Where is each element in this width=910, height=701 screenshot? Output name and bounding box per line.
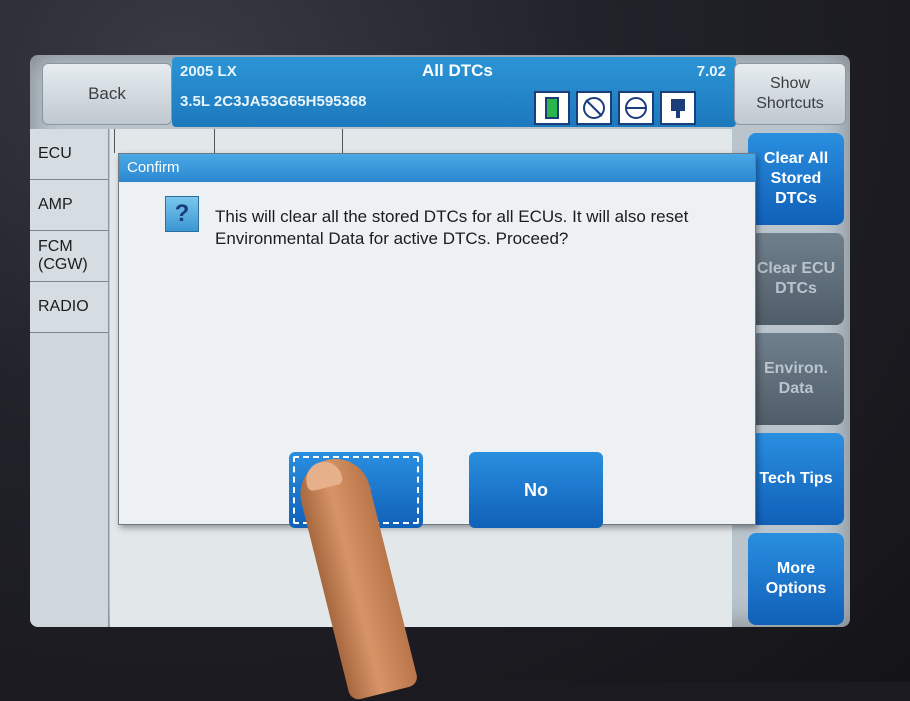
engine-vin: 3.5L 2C3JA53G65H595368 [180, 93, 367, 110]
question-icon: ? [165, 196, 199, 232]
tab-amp[interactable]: AMP [30, 180, 108, 231]
dialog-title: Confirm [119, 154, 755, 182]
column-divider [114, 129, 115, 153]
ecu-tabs: ECU AMP FCM (CGW) RADIO [30, 129, 108, 333]
no-button[interactable]: No [469, 452, 603, 528]
tab-ecu[interactable]: ECU [30, 129, 108, 180]
scan-tool-screen: Back 2005 LX 3.5L 2C3JA53G65H595368 All … [30, 55, 850, 627]
environ-data-button[interactable]: Environ. Data [748, 333, 844, 425]
tab-fcm[interactable]: FCM (CGW) [30, 231, 108, 282]
connector-icon [660, 91, 696, 125]
network-icon [618, 91, 654, 125]
confirm-dialog: Confirm ? This will clear all the stored… [118, 153, 756, 528]
column-divider [214, 129, 215, 153]
back-button[interactable]: Back [42, 63, 172, 125]
tab-radio[interactable]: RADIO [30, 282, 108, 333]
clear-all-stored-dtcs-button[interactable]: Clear All Stored DTCs [748, 133, 844, 225]
tech-tips-button[interactable]: Tech Tips [748, 433, 844, 525]
show-shortcuts-button[interactable]: Show Shortcuts [734, 63, 846, 125]
status-icons [534, 91, 696, 125]
battery-icon [534, 91, 570, 125]
more-options-button[interactable]: More Options [748, 533, 844, 625]
column-divider [342, 129, 343, 153]
vehicle-info-bar: 2005 LX 3.5L 2C3JA53G65H595368 All DTCs … [172, 57, 736, 127]
dialog-message: This will clear all the stored DTCs for … [215, 207, 689, 248]
software-version: 7.02 [696, 63, 726, 80]
no-signal-icon [576, 91, 612, 125]
page-title: All DTCs [422, 61, 493, 80]
clear-ecu-dtcs-button[interactable]: Clear ECU DTCs [748, 233, 844, 325]
vehicle-year-model: 2005 LX [180, 63, 237, 80]
